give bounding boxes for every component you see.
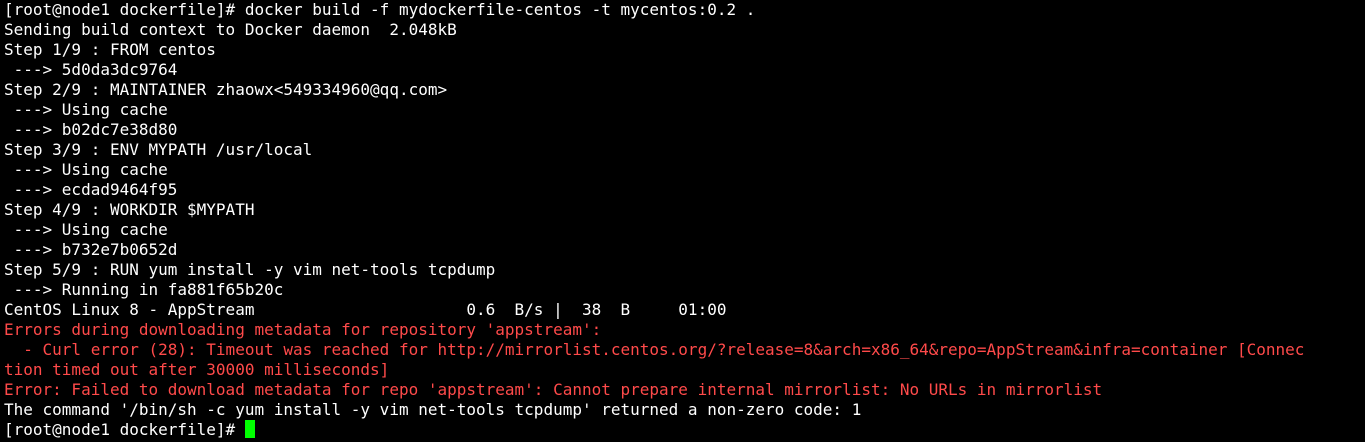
terminal-line: ---> ecdad9464f95 bbox=[4, 180, 178, 199]
terminal-line: ---> Using cache bbox=[4, 100, 168, 119]
terminal-line: ---> b732e7b0652d bbox=[4, 240, 178, 259]
terminal-line: Step 4/9 : WORKDIR $MYPATH bbox=[4, 200, 255, 219]
terminal-line: Step 2/9 : MAINTAINER zhaowx<549334960@q… bbox=[4, 80, 448, 99]
shell-prompt: [root@node1 dockerfile]# bbox=[4, 420, 245, 439]
terminal-line: [root@node1 dockerfile]# docker build -f… bbox=[4, 0, 756, 19]
terminal-error-line: - Curl error (28): Timeout was reached f… bbox=[4, 340, 1305, 359]
terminal-error-line: Error: Failed to download metadata for r… bbox=[4, 380, 1103, 399]
terminal-line: ---> Using cache bbox=[4, 160, 168, 179]
terminal-error-line: tion timed out after 30000 milliseconds] bbox=[4, 360, 390, 379]
terminal-line: Step 1/9 : FROM centos bbox=[4, 40, 216, 59]
terminal-line: Sending build context to Docker daemon 2… bbox=[4, 20, 457, 39]
terminal-error-line: Errors during downloading metadata for r… bbox=[4, 320, 602, 339]
command-prompt-line[interactable]: [root@node1 dockerfile]# bbox=[4, 420, 1365, 440]
text-cursor bbox=[244, 420, 255, 438]
terminal-line: ---> 5d0da3dc9764 bbox=[4, 60, 178, 79]
terminal-line: Step 5/9 : RUN yum install -y vim net-to… bbox=[4, 260, 496, 279]
terminal-line: CentOS Linux 8 - AppStream 0.6 B/s | 38 … bbox=[4, 300, 727, 319]
terminal-line: ---> Using cache bbox=[4, 220, 168, 239]
terminal-line: Step 3/9 : ENV MYPATH /usr/local bbox=[4, 140, 313, 159]
terminal-line: ---> b02dc7e38d80 bbox=[4, 120, 178, 139]
terminal-line: The command '/bin/sh -c yum install -y v… bbox=[4, 400, 862, 419]
terminal-window[interactable]: [root@node1 dockerfile]# docker build -f… bbox=[0, 0, 1365, 442]
terminal-line: ---> Running in fa881f65b20c bbox=[4, 280, 284, 299]
